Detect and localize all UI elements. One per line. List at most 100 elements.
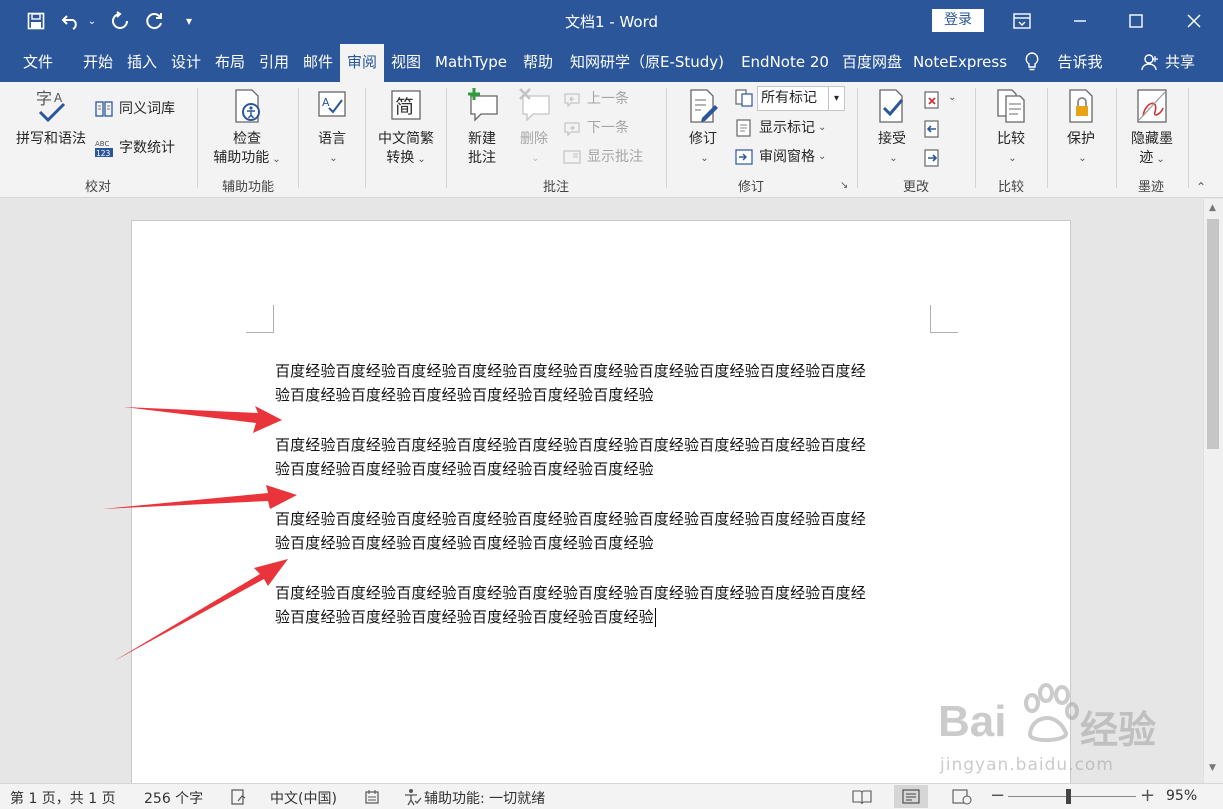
arrow-annotation [124, 406, 282, 433]
svg-text:A: A [54, 91, 63, 105]
next-comment-button[interactable]: 下一条 [562, 117, 629, 139]
lightbulb-icon[interactable] [1020, 42, 1044, 82]
word-count-status[interactable]: 256 个字 [144, 788, 203, 808]
tab-noteexpress[interactable]: NoteExpress [910, 42, 1010, 82]
tab-insert[interactable]: 插入 [120, 42, 164, 82]
scroll-down-icon[interactable]: ▼ [1209, 763, 1216, 773]
vertical-scrollbar[interactable]: ▲ ▼ [1203, 199, 1223, 783]
next-change-icon[interactable] [922, 148, 942, 168]
reject-change-icon[interactable] [922, 90, 942, 110]
compare-icon [997, 89, 1025, 123]
group-label-tracking: 修订 [737, 180, 764, 195]
show-markup-button[interactable]: 显示标记 ⌄ [734, 117, 826, 139]
share-person-icon[interactable] [1138, 42, 1162, 82]
hide-ink-button[interactable]: 隐藏墨 迹 ⌄ [1122, 88, 1182, 169]
tab-mathtype[interactable]: MathType [428, 42, 514, 82]
tab-references[interactable]: 引用 [252, 42, 296, 82]
check-accessibility-button[interactable]: 检查 辅助功能 ⌄ [204, 88, 290, 169]
tab-mailings[interactable]: 邮件 [296, 42, 340, 82]
tab-view[interactable]: 视图 [384, 42, 428, 82]
login-button[interactable]: 登录 [932, 9, 984, 32]
minimize-button[interactable] [1060, 6, 1100, 36]
title-bar: ⌄ ▾ 文档1 - Word 登录 [0, 0, 1223, 42]
delete-comment-label: 删除 [520, 131, 548, 147]
new-comment-button[interactable]: 新建 批注 [454, 88, 510, 168]
share-button[interactable]: 共享 [1160, 42, 1200, 82]
maximize-button[interactable] [1116, 6, 1156, 36]
previous-comment-button[interactable]: 上一条 [562, 88, 629, 110]
spelling-check-icon: 字A [36, 89, 66, 123]
delete-comment-button[interactable]: 删除 ⌄ [512, 88, 556, 168]
dialog-launcher-icon[interactable]: ↘ [840, 180, 848, 191]
tell-me-search[interactable]: 告诉我 [1050, 42, 1110, 82]
language-status[interactable]: 中文(中国) [270, 788, 337, 808]
show-markup-label: 显示标记 [759, 120, 815, 136]
reviewing-pane-button[interactable]: 审阅窗格 ⌄ [734, 146, 826, 168]
svg-text:A: A [322, 96, 330, 109]
scroll-up-icon[interactable]: ▲ [1209, 203, 1216, 213]
arrow-annotation [114, 559, 288, 661]
chinese-conversion-button[interactable]: 简 中文简繁 转换 ⌄ [370, 88, 442, 169]
print-layout-view-button[interactable] [894, 785, 928, 808]
tab-design[interactable]: 设计 [164, 42, 208, 82]
watermark-brand-right: 经验 [1080, 708, 1157, 752]
track-changes-button[interactable]: 修订 ⌄ [680, 88, 726, 168]
zoom-in-button[interactable]: + [1140, 785, 1155, 806]
tab-review[interactable]: 审阅 [340, 44, 384, 82]
chevron-down-icon[interactable]: ⌄ [948, 92, 956, 103]
language-button[interactable]: A 语言 ⌄ [306, 88, 358, 168]
hide-ink-icon [1137, 89, 1167, 123]
document-canvas[interactable]: 百度经验百度经验百度经验百度经验百度经验百度经验百度经验百度经验百度经验百度经 … [0, 199, 1203, 790]
chevron-down-icon: ⌄ [1156, 154, 1165, 165]
accept-change-icon [879, 89, 904, 123]
next-comment-icon [564, 122, 580, 137]
scrollbar-thumb[interactable] [1207, 219, 1219, 449]
ribbon-display-options-icon[interactable] [1002, 6, 1042, 36]
word-count-button[interactable]: ABC 123 字数统计 [94, 137, 175, 159]
macro-recording-icon[interactable] [364, 789, 380, 805]
show-comments-button[interactable]: 显示批注 [562, 146, 643, 168]
ribbon-separator [857, 88, 858, 188]
proofing-status-icon[interactable] [230, 789, 248, 805]
tab-home[interactable]: 开始 [76, 42, 120, 82]
ribbon-separator [666, 88, 667, 188]
compare-button[interactable]: 比较 ⌄ [988, 88, 1034, 168]
word-count-icon: ABC123 [95, 140, 113, 158]
markup-view-select[interactable]: 所有标记 ▾ [757, 86, 845, 111]
thesaurus-button[interactable]: 同义词库 [94, 98, 175, 120]
zoom-slider-thumb[interactable] [1066, 789, 1071, 804]
collapse-ribbon-icon[interactable]: ⌃ [1196, 180, 1206, 194]
tab-endnote[interactable]: EndNote 20 [736, 42, 834, 82]
protect-button[interactable]: 保护 ⌄ [1058, 88, 1104, 168]
chevron-down-icon: ⌄ [700, 153, 709, 164]
tab-baidu-netdisk[interactable]: 百度网盘 [836, 42, 908, 82]
tab-file[interactable]: 文件 [14, 42, 62, 82]
accessibility-status-icon[interactable] [402, 788, 422, 806]
markup-view-value: 所有标记 [761, 90, 817, 106]
previous-change-icon[interactable] [922, 119, 942, 139]
accept-button[interactable]: 接受 ⌄ [870, 88, 914, 168]
spelling-grammar-button[interactable]: 字A 拼写和语法 [10, 88, 92, 149]
page-count[interactable]: 第 1 页，共 1 页 [10, 788, 116, 808]
tab-cnki-estudy[interactable]: 知网研学（原E-Study) [562, 42, 732, 82]
zoom-out-button[interactable]: − [990, 785, 1005, 806]
thesaurus-label: 同义词库 [119, 101, 175, 117]
group-label-proofing: 校对 [84, 180, 111, 195]
close-button[interactable] [1174, 6, 1214, 36]
read-mode-icon[interactable] [852, 789, 872, 805]
show-comments-icon [563, 150, 581, 164]
tab-help[interactable]: 帮助 [516, 42, 560, 82]
protect-label: 保护 [1067, 131, 1095, 147]
accessibility-status[interactable]: 辅助功能: 一切就绪 [424, 788, 545, 808]
new-comment-label-line2: 批注 [468, 150, 496, 166]
group-label-comments: 批注 [542, 180, 569, 195]
hide-ink-label-line1: 隐藏墨 [1131, 131, 1173, 147]
web-layout-icon[interactable] [952, 789, 972, 805]
zoom-level[interactable]: 95% [1166, 788, 1197, 804]
tab-layout[interactable]: 布局 [208, 42, 252, 82]
zoom-slider-track[interactable] [1008, 796, 1136, 797]
ribbon-tab-bar: 文件 开始 插入 设计 布局 引用 邮件 审阅 视图 MathType 帮助 知… [0, 42, 1223, 82]
check-accessibility-label-line1: 检查 [233, 131, 261, 147]
previous-comment-icon [564, 93, 580, 108]
svg-text:字: 字 [36, 89, 52, 108]
